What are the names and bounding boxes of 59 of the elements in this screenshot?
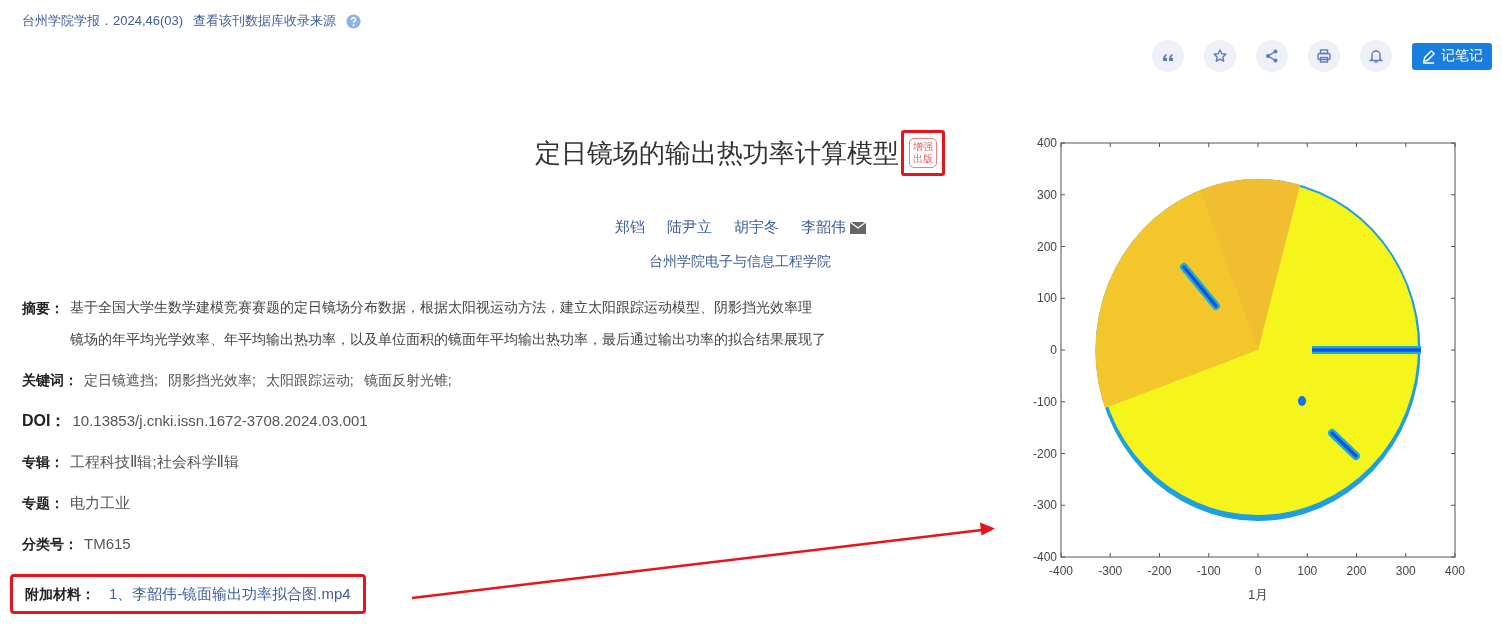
field-value: 电力工业 [70, 493, 130, 513]
tick-label: 100 [1036, 291, 1057, 306]
field-label: 专辑： [22, 453, 64, 472]
tick-label: -400 [1032, 550, 1057, 564]
keyword-link[interactable]: 阴影挡光效率; [167, 369, 256, 391]
field-label: 专题： [22, 494, 64, 513]
tick-label: 400 [1036, 136, 1057, 150]
affiliation-link[interactable]: 台州学院电子与信息工程学院 [649, 253, 831, 271]
tick-label: 400 [1445, 564, 1465, 578]
field-label: 附加材料： [25, 585, 95, 604]
tick-label: -200 [1032, 446, 1057, 461]
axis-label: 1月 [1247, 587, 1269, 602]
abstract-text: 镜场的年平均光学效率、年平均输出热功率，以及单位面积的镜面年平均输出热功率，最后通过输出功率的拟合结果展现了 [70, 331, 826, 349]
keyword-link[interactable]: 太阳跟踪运动; [265, 369, 354, 391]
tick-label: 300 [1036, 187, 1057, 202]
field-label: 摘要： [22, 299, 64, 318]
help-icon[interactable] [346, 13, 362, 29]
share-button[interactable] [1256, 40, 1288, 72]
pencil-icon [1421, 48, 1436, 64]
author-link[interactable]: 李韶伟 [800, 218, 846, 237]
star-icon [1212, 48, 1228, 64]
field-label: 关键词： [22, 371, 78, 390]
tick-label: -400 [1049, 564, 1073, 578]
keyword-link[interactable]: 镜面反射光锥; [363, 369, 452, 391]
keyword-link[interactable]: 定日镜遮挡; [84, 369, 158, 391]
author-link[interactable]: 胡宇冬 [733, 218, 779, 237]
tick-label: 0 [1254, 564, 1262, 578]
mail-icon[interactable] [849, 221, 866, 234]
tick-label: 0 [1050, 343, 1057, 357]
bell-icon [1368, 48, 1384, 64]
tick-label: 100 [1297, 564, 1318, 578]
field-value: 10.13853/j.cnki.issn.1672-3708.2024.03.001 [72, 411, 368, 431]
bell-button[interactable] [1360, 40, 1392, 72]
field-label: DOI： [22, 411, 67, 431]
attachment-link[interactable]: 1、李韶伟-镜面输出功率拟合图.mp4 [109, 583, 351, 605]
quote-button[interactable] [1152, 40, 1184, 72]
field-value: 工程科技Ⅱ辑;社会科学Ⅱ辑 [70, 452, 239, 472]
note-button[interactable]: 记笔记 [1412, 42, 1492, 70]
tick-label: -300 [1098, 564, 1123, 578]
journal-citation: 台州学院学报．2024,46(03) [22, 12, 184, 30]
tick-label: -300 [1032, 498, 1057, 513]
share-icon [1264, 48, 1280, 64]
article-title: 定日镜场的输出热功率计算模型 [535, 136, 899, 170]
tick-label: 200 [1346, 564, 1367, 578]
tick-label: 200 [1036, 239, 1057, 254]
print-icon [1316, 48, 1332, 64]
print-button[interactable] [1308, 40, 1340, 72]
enhanced-edition-badge[interactable]: 增强 出版 [909, 138, 937, 168]
source-link[interactable]: 查看该刊数据库收录来源 [193, 12, 337, 30]
author-link[interactable]: 郑铛 [614, 218, 645, 237]
star-button[interactable] [1204, 40, 1236, 72]
tick-label: -100 [1196, 564, 1221, 578]
abstract-text: 基于全国大学生数学建模竞赛赛题的定日镜场分布数据，根据太阳视运动方法，建立太阳跟踪运动模型、阴影挡光效率理 [70, 299, 813, 317]
field-label: 分类号： [22, 535, 78, 554]
tick-label: 300 [1395, 564, 1416, 578]
author-link[interactable]: 陆尹立 [666, 218, 712, 237]
tick-label: -100 [1032, 394, 1057, 409]
field-value: TM615 [84, 534, 131, 554]
tick-label: -200 [1147, 564, 1172, 578]
